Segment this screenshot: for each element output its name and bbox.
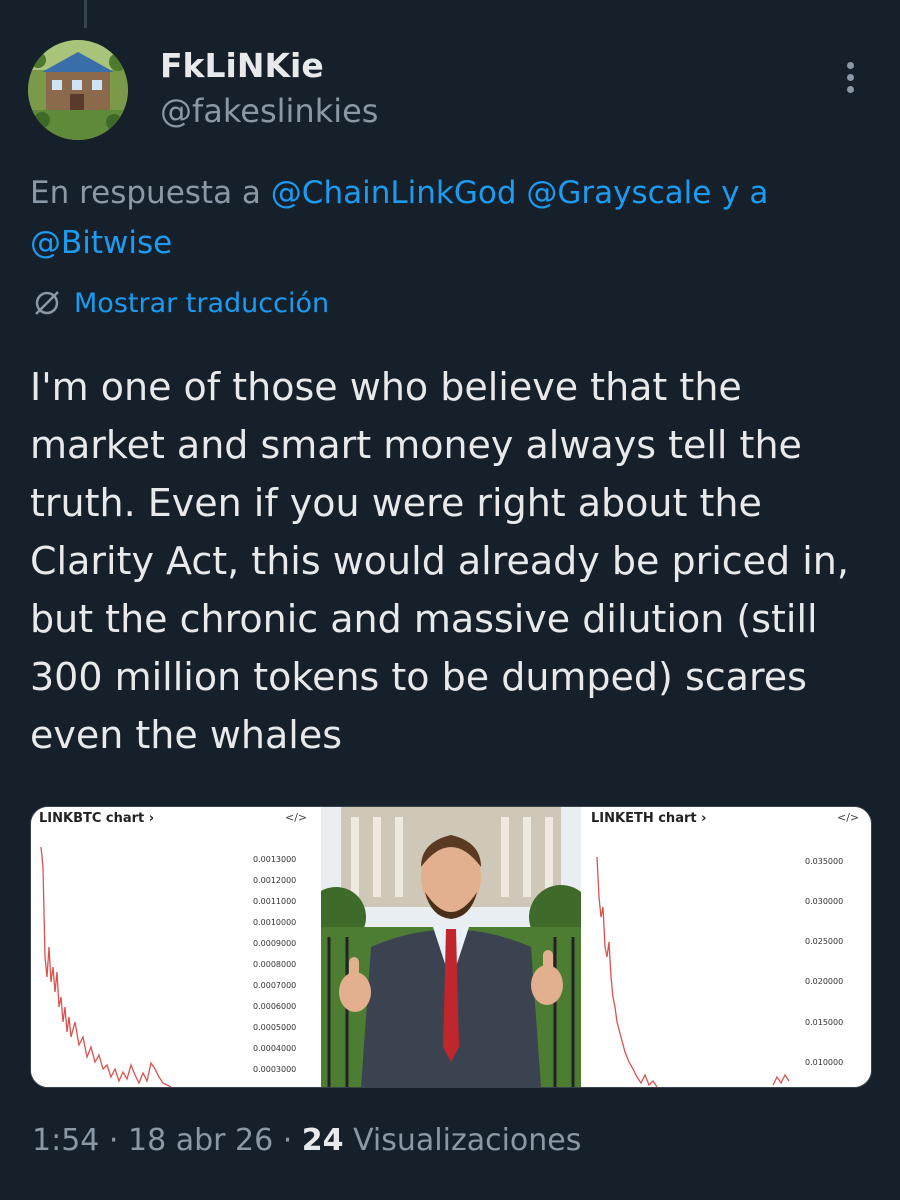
tick-label: 0.0010000 — [253, 918, 297, 927]
separator: · — [99, 1123, 128, 1158]
views-count[interactable]: 24 — [302, 1123, 344, 1158]
mention-bitwise[interactable]: @Bitwise — [30, 225, 172, 261]
tick-label: 0.0013000 — [253, 855, 297, 864]
more-options-icon[interactable] — [838, 62, 862, 102]
avatar-image — [28, 40, 128, 140]
avatar[interactable] — [28, 40, 128, 140]
tweet-time[interactable]: 1:54 — [32, 1123, 99, 1158]
display-name[interactable]: FkLiNKie — [160, 46, 324, 85]
tick-label: 0.0007000 — [253, 981, 297, 990]
tick-label: 0.0004000 — [253, 1044, 297, 1053]
tick-label: 0.0008000 — [253, 960, 297, 969]
photo-image — [306, 807, 593, 1087]
views-label: Visualizaciones — [343, 1123, 582, 1158]
tick-label: 0.0009000 — [253, 939, 297, 948]
tick-label: 0.030000 — [805, 897, 844, 906]
tick-label: 0.010000 — [805, 1058, 844, 1067]
separator: · — [273, 1123, 302, 1158]
tick-label: 0.0003000 — [253, 1065, 297, 1074]
tick-label: 0.0012000 — [253, 876, 297, 885]
globe-slash-icon — [35, 291, 59, 315]
tick-label: 0.0011000 — [253, 897, 297, 906]
tweet-media[interactable]: LINKBTC chart › </> 0.0013000 0.0012000 … — [30, 806, 872, 1088]
tweet-text: I'm one of those who believe that the ma… — [30, 365, 849, 757]
tick-label: 0.035000 — [805, 857, 844, 866]
show-translation-link[interactable]: Mostrar traducción — [32, 283, 329, 323]
photo-man-thumbs-up — [306, 807, 593, 1087]
tick-label: 0.0005000 — [253, 1023, 297, 1032]
tick-label: 0.025000 — [805, 937, 844, 946]
tick-label: 0.020000 — [805, 977, 844, 986]
reply-joiner: y a — [721, 175, 769, 211]
tweet-meta: 1:54 · 18 abr 26 · 24 Visualizaciones — [32, 1123, 581, 1158]
linketh-chart: LINKETH chart › </> 0.035000 0.030000 0.… — [583, 807, 871, 1087]
linkbtc-chart: LINKBTC chart › </> 0.0013000 0.0012000 … — [31, 807, 319, 1087]
tweet-date[interactable]: 18 abr 26 — [128, 1123, 273, 1158]
tick-label: 0.0006000 — [253, 1002, 297, 1011]
show-translation-label: Mostrar traducción — [74, 287, 330, 319]
reply-context: En respuesta a @ChainLinkGod @Grayscale … — [30, 168, 870, 268]
mention-grayscale[interactable]: @Grayscale — [526, 175, 711, 211]
thread-connector-line — [84, 0, 87, 28]
mention-chainlinkgod[interactable]: @ChainLinkGod — [271, 175, 517, 211]
tick-label: 0.015000 — [805, 1018, 844, 1027]
linketh-line — [596, 856, 790, 1087]
reply-prefix: En respuesta a — [30, 175, 261, 211]
user-handle[interactable]: @fakeslinkies — [160, 92, 378, 130]
